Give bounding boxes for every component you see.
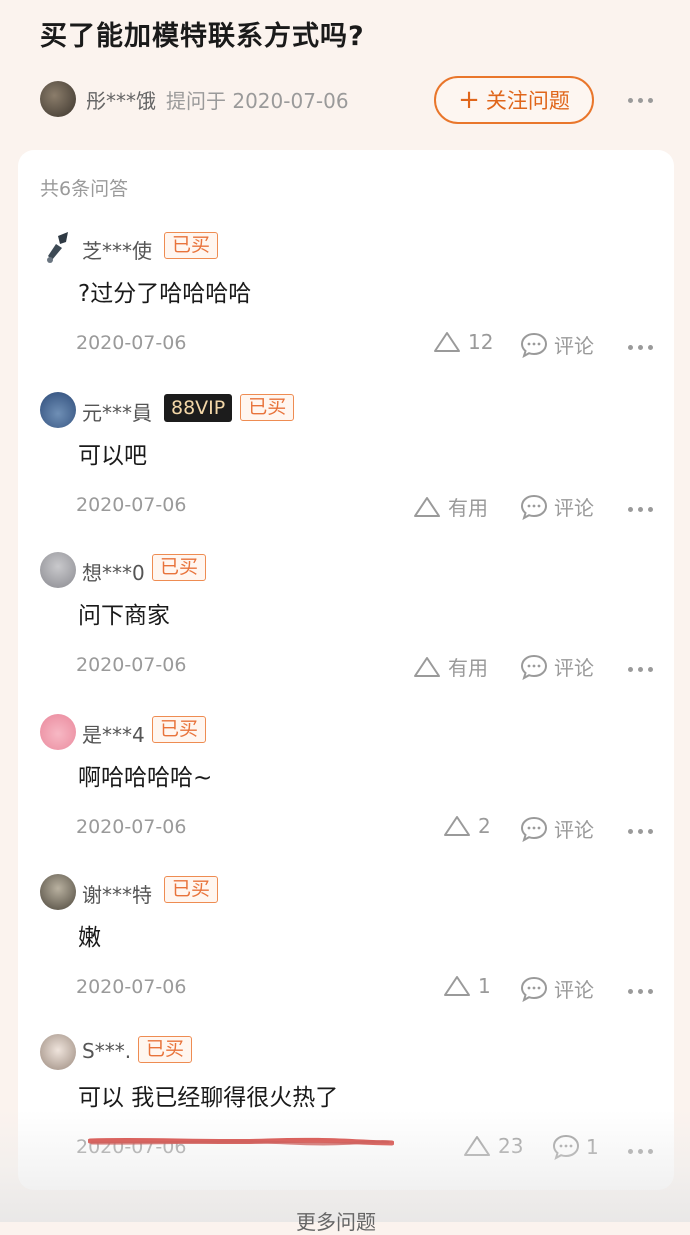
like-button[interactable]: 2: [442, 814, 491, 838]
more-icon[interactable]: [628, 1149, 653, 1154]
answer-item: 想***0 已买 问下商家 2020-07-06 有用 评论: [0, 552, 690, 712]
answer-text[interactable]: 啊哈哈哈哈~: [78, 758, 212, 792]
comment-icon: [520, 816, 548, 842]
comment-count: 评论: [554, 818, 594, 842]
question-title: 买了能加模特联系方式吗?: [40, 21, 365, 52]
user-avatar[interactable]: [40, 874, 76, 910]
like-count: 2: [478, 814, 491, 838]
comment-button[interactable]: 评论: [520, 492, 594, 521]
bought-badge: 已买: [164, 232, 219, 259]
answer-item: 是***4 已买 啊哈哈哈哈~ 2020-07-06 2 评论: [0, 714, 690, 874]
like-triangle-icon: [444, 976, 470, 996]
like-label: 有用: [448, 496, 488, 520]
more-icon[interactable]: [628, 829, 653, 834]
like-button[interactable]: 有用: [412, 652, 488, 681]
user-tags: 已买: [152, 716, 207, 743]
user-name[interactable]: 谢***特: [82, 879, 152, 908]
comment-icon: [520, 976, 548, 1002]
like-count: 23: [498, 1134, 524, 1158]
answer-item: 元***員 88VIP 已买 可以吧 2020-07-06 有用 评论: [0, 392, 690, 552]
more-icon[interactable]: [628, 507, 653, 512]
bought-badge: 已买: [240, 394, 295, 421]
answer-text[interactable]: 问下商家: [78, 596, 170, 630]
comment-icon: [520, 332, 548, 358]
like-button[interactable]: 12: [432, 330, 493, 354]
follow-label: 关注问题: [485, 89, 570, 113]
user-tags: 88VIP 已买: [164, 394, 295, 422]
answer-text[interactable]: 嫩: [78, 918, 101, 952]
user-avatar[interactable]: [40, 1034, 76, 1070]
answer-item: S***. 已买 可以 我已经聊得很火热了 2020-07-06 23 1: [0, 1034, 690, 1194]
bought-badge: 已买: [152, 554, 207, 581]
like-label: 有用: [448, 656, 488, 680]
more-icon[interactable]: [628, 667, 653, 672]
like-triangle-icon: [464, 1136, 490, 1156]
answer-date: 2020-07-06: [76, 494, 187, 516]
user-avatar[interactable]: [40, 230, 76, 266]
red-scribble-annotation: [88, 1137, 394, 1146]
answer-date: 2020-07-06: [76, 332, 187, 354]
like-count: 12: [468, 330, 494, 354]
asker-avatar[interactable]: [40, 81, 76, 117]
asker-name[interactable]: 彤***饿: [86, 85, 156, 114]
comment-count: 评论: [554, 334, 594, 358]
like-count: 1: [478, 974, 491, 998]
like-button[interactable]: 有用: [412, 492, 488, 521]
answer-item: 芝***使 已买 ?过分了哈哈哈哈 2020-07-06 12 评论: [0, 230, 690, 390]
comment-button[interactable]: 1: [552, 1134, 599, 1160]
answer-text[interactable]: 可以 我已经聊得很火热了: [78, 1078, 338, 1112]
answer-text[interactable]: ?过分了哈哈哈哈: [78, 274, 251, 308]
like-button[interactable]: 1: [442, 974, 491, 998]
like-button[interactable]: 23: [462, 1134, 523, 1158]
user-name[interactable]: S***.: [82, 1039, 131, 1063]
comment-icon: [520, 494, 548, 520]
answer-text[interactable]: 可以吧: [78, 436, 147, 470]
comment-icon: [520, 654, 548, 680]
comment-button[interactable]: 评论: [520, 974, 594, 1003]
more-questions-link[interactable]: 更多问题: [296, 1206, 376, 1235]
more-icon[interactable]: [628, 989, 653, 994]
comment-count: 评论: [554, 496, 594, 520]
user-name[interactable]: 元***員: [82, 397, 152, 426]
asker-info: 彤***饿 提问于 2020-07-06: [40, 80, 349, 118]
vip-badge: 88VIP: [164, 394, 233, 422]
like-triangle-icon: [444, 816, 470, 836]
answer-date: 2020-07-06: [76, 654, 187, 676]
comment-count: 评论: [554, 978, 594, 1002]
more-icon[interactable]: [628, 345, 653, 350]
user-avatar[interactable]: [40, 392, 76, 428]
user-tags: 已买: [164, 232, 219, 259]
user-tags: 已买: [152, 554, 207, 581]
comment-count: 评论: [554, 656, 594, 680]
bought-badge: 已买: [138, 1036, 193, 1063]
user-tags: 已买: [164, 876, 219, 903]
comment-button[interactable]: 评论: [520, 330, 594, 359]
like-triangle-icon: [414, 496, 440, 517]
plus-icon: +: [458, 85, 480, 115]
follow-question-button[interactable]: + 关注问题: [434, 76, 594, 124]
comment-count: 1: [586, 1135, 599, 1159]
asker-meta: 提问于 2020-07-06: [166, 88, 349, 113]
answer-date: 2020-07-06: [76, 976, 187, 998]
user-name[interactable]: 芝***使: [82, 235, 152, 264]
user-name[interactable]: 想***0: [82, 557, 145, 586]
question-header: 买了能加模特联系方式吗? 彤***饿 提问于 2020-07-06 + 关注问题: [0, 0, 690, 150]
like-triangle-icon: [434, 332, 460, 352]
comment-button[interactable]: 评论: [520, 652, 594, 681]
bought-badge: 已买: [164, 876, 219, 903]
user-avatar[interactable]: [40, 714, 76, 750]
answer-item: 谢***特 已买 嫩 2020-07-06 1 评论: [0, 874, 690, 1034]
user-name[interactable]: 是***4: [82, 719, 145, 748]
answer-date: 2020-07-06: [76, 816, 187, 838]
answer-count: 共6条问答: [40, 178, 129, 200]
bought-badge: 已买: [152, 716, 207, 743]
like-triangle-icon: [414, 656, 440, 677]
comment-button[interactable]: 评论: [520, 814, 594, 843]
user-avatar[interactable]: [40, 552, 76, 588]
comment-icon: [552, 1134, 580, 1160]
user-tags: 已买: [138, 1036, 193, 1063]
more-icon[interactable]: [628, 98, 653, 103]
